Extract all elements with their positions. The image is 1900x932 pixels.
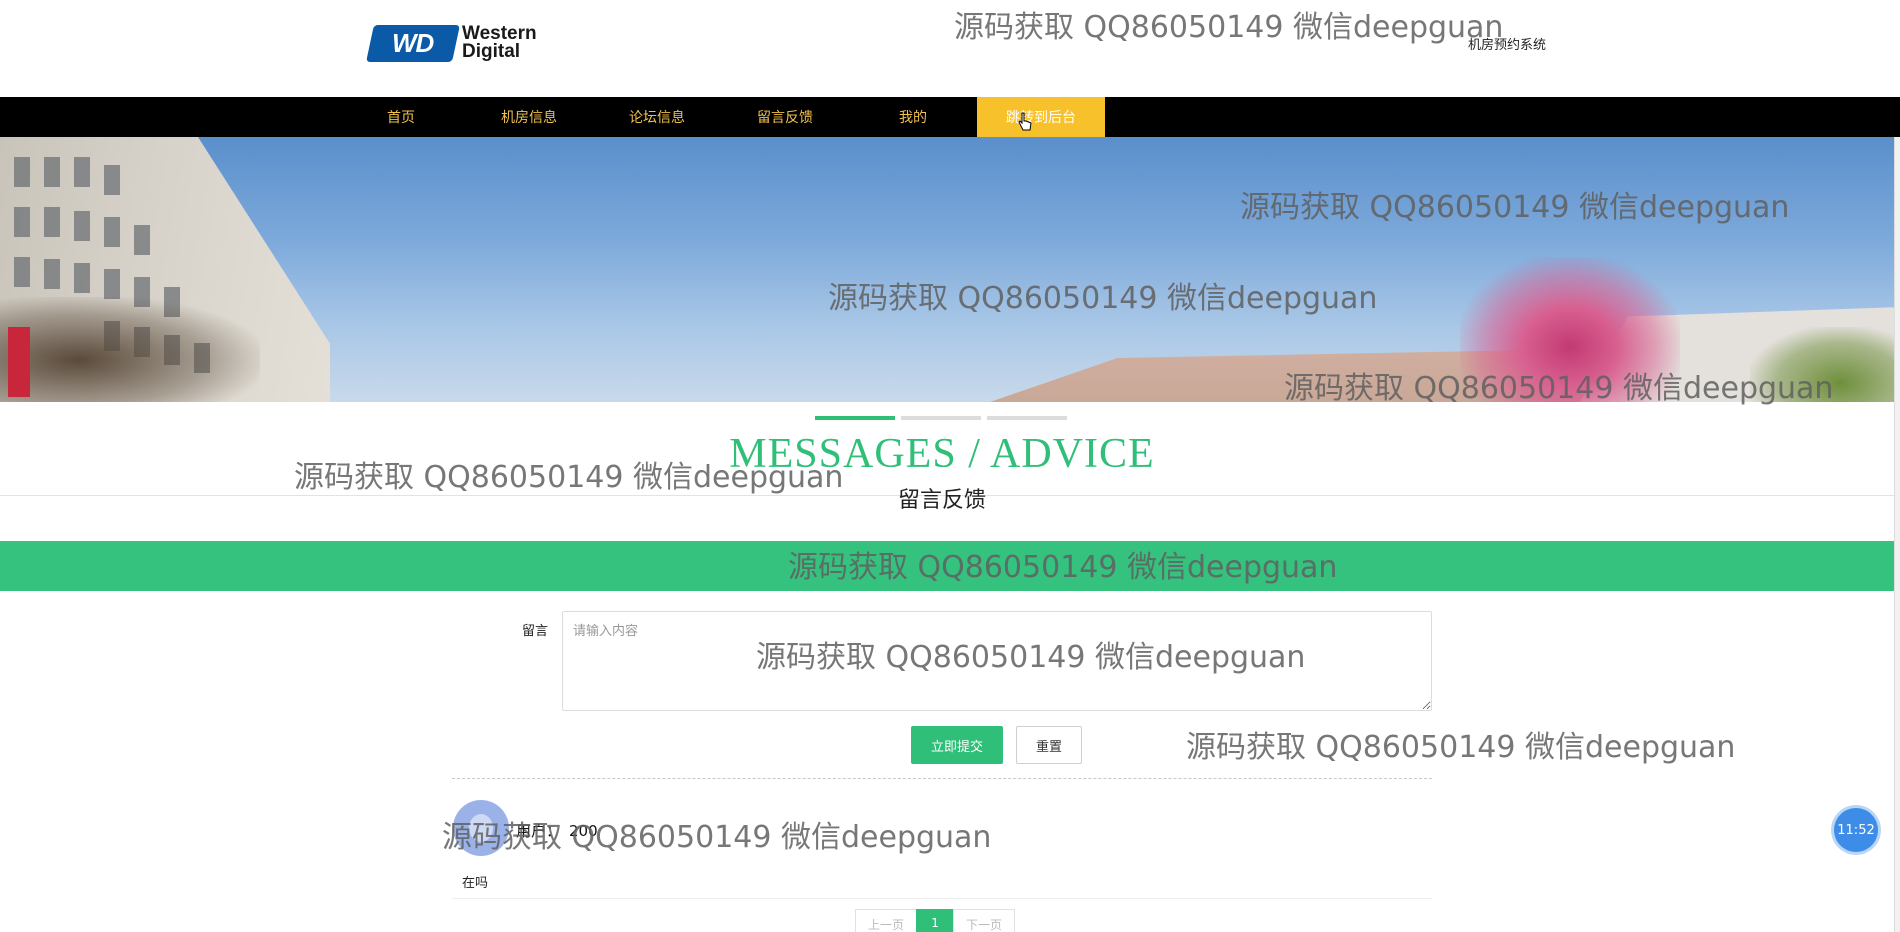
comment-user: 用户： 200 — [516, 820, 598, 841]
nav-item-forum[interactable]: 论坛信息 — [593, 97, 721, 137]
logo-word-2: Digital — [462, 41, 521, 62]
comment-user-label: 用户： — [516, 822, 562, 840]
logo-badge-text: WD — [392, 27, 434, 58]
message-label: 留言 — [521, 624, 548, 639]
comment-divider — [452, 898, 1432, 899]
nav-item-admin[interactable]: 跳转到后台 — [977, 97, 1105, 137]
page-scrollbar[interactable] — [1894, 137, 1900, 932]
form-divider — [452, 778, 1432, 779]
wd-logo-badge: WD — [366, 24, 460, 62]
pagination-prev-button[interactable]: 上一页 — [855, 909, 918, 932]
message-textarea[interactable] — [562, 611, 1432, 711]
section-title-en: MESSAGES / ADVICE — [729, 431, 1155, 477]
banner-tree-left — [0, 297, 260, 402]
submit-button[interactable]: 立即提交 — [911, 726, 1003, 764]
nav-item-home[interactable]: 首页 — [337, 97, 465, 137]
brand-logo[interactable]: WD Western Digital — [366, 22, 560, 64]
banner-blossom-tree — [1460, 257, 1680, 402]
section-green-bar — [0, 541, 1894, 591]
hero-banner[interactable] — [0, 137, 1894, 402]
site-header: WD Western Digital 机房预约系统 — [0, 0, 1900, 97]
nav-item-messages[interactable]: 留言反馈 — [721, 97, 849, 137]
comment-text: 在吗 — [462, 876, 489, 891]
logo-wordmark: Western Digital — [462, 24, 537, 62]
floating-time-bubble[interactable]: 11:52 — [1834, 808, 1878, 852]
reset-button[interactable]: 重置 — [1016, 726, 1082, 764]
nav-item-mine[interactable]: 我的 — [849, 97, 977, 137]
banner-slide-indicators — [815, 416, 1067, 420]
avatar — [453, 800, 509, 856]
system-name: 机房预约系统 — [1468, 38, 1547, 53]
hand-cursor-icon — [1018, 112, 1032, 131]
main-nav: 首页 机房信息 论坛信息 留言反馈 我的 跳转到后台 — [0, 97, 1900, 137]
comment-user-value: 200 — [569, 822, 598, 840]
slide-indicator-3[interactable] — [987, 416, 1067, 420]
banner-green-tree — [1750, 327, 1894, 402]
banner-red-banner — [8, 327, 30, 397]
watermark-8: 源码获取 QQ86050149 微信deepguan — [1186, 730, 1736, 765]
pagination-page-1[interactable]: 1 — [916, 909, 955, 932]
slide-indicator-1[interactable] — [815, 416, 895, 420]
nav-item-room-info[interactable]: 机房信息 — [465, 97, 593, 137]
section-title-cn: 留言反馈 — [897, 488, 986, 513]
pagination-next-button[interactable]: 下一页 — [953, 909, 1016, 932]
pagination: 上一页 1 下一页 — [855, 909, 1016, 932]
slide-indicator-2[interactable] — [901, 416, 981, 420]
